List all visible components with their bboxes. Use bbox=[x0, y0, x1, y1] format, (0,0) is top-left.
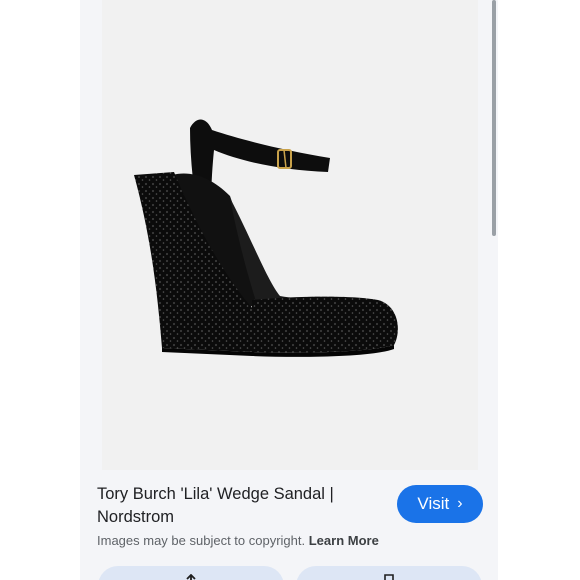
product-image[interactable] bbox=[102, 0, 478, 470]
learn-more-link[interactable]: Learn More bbox=[309, 533, 379, 548]
copyright-notice: Images may be subject to copyright. Lear… bbox=[97, 533, 379, 548]
bookmark-icon bbox=[382, 574, 396, 580]
visit-label: Visit bbox=[417, 494, 450, 513]
save-button[interactable] bbox=[296, 566, 482, 580]
right-margin bbox=[498, 0, 580, 580]
wedge-sandal-picture bbox=[134, 119, 398, 357]
share-icon bbox=[184, 573, 198, 580]
chevron-right-icon: › bbox=[457, 495, 463, 512]
image-preview-card: Tory Burch 'Lila' Wedge Sandal | Nordstr… bbox=[80, 0, 498, 580]
scrollbar[interactable] bbox=[492, 0, 496, 236]
visit-button[interactable]: Visit › bbox=[397, 485, 483, 523]
copyright-text: Images may be subject to copyright. bbox=[97, 533, 306, 548]
left-margin bbox=[0, 0, 80, 580]
share-button[interactable] bbox=[98, 566, 284, 580]
result-title[interactable]: Tory Burch 'Lila' Wedge Sandal | Nordstr… bbox=[97, 483, 367, 529]
